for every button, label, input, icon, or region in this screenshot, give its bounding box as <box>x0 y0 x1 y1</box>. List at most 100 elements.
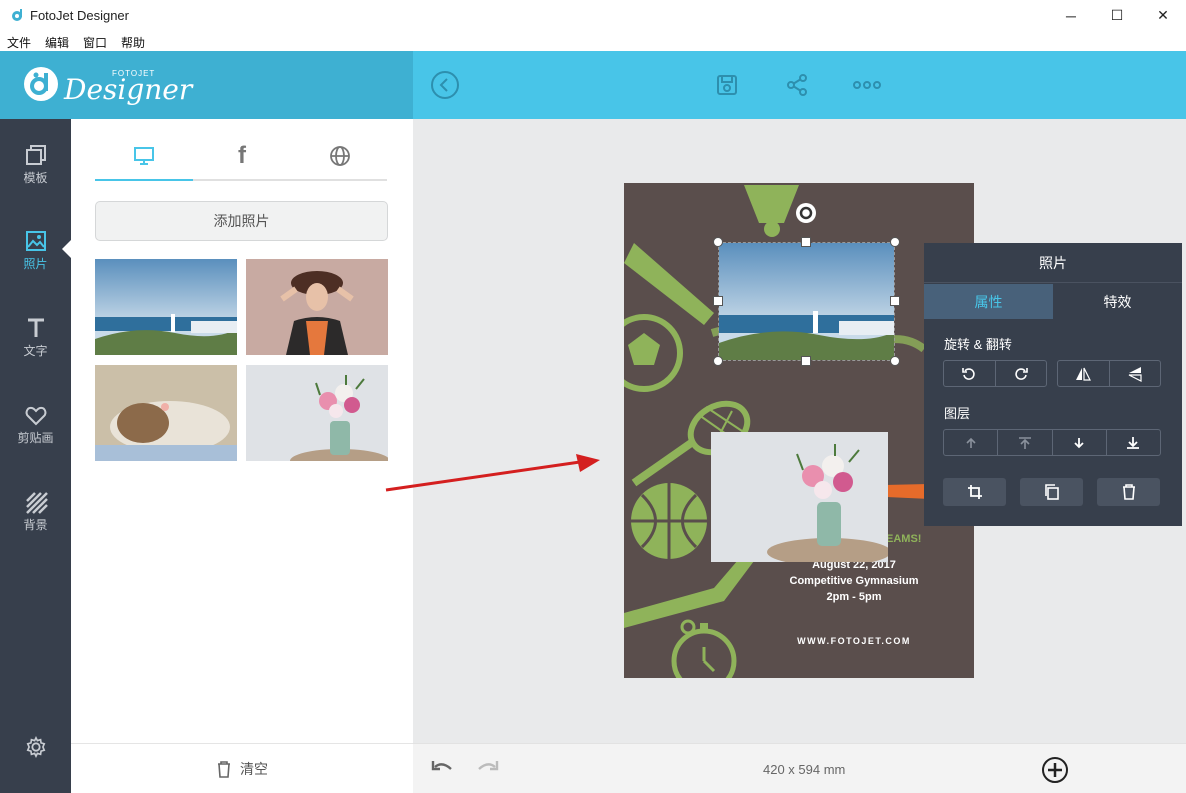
menu-window[interactable]: 窗口 <box>76 31 114 51</box>
tab-facebook[interactable]: f <box>193 133 291 179</box>
globe-icon <box>330 146 350 166</box>
gear-icon[interactable] <box>25 735 47 763</box>
title-bar: FotoJet Designer ─ ☐ ✕ <box>0 0 1186 31</box>
resize-handle-bottom[interactable] <box>801 356 811 366</box>
sidebar-item-background[interactable]: 背景 <box>0 490 71 550</box>
duplicate-icon <box>1044 484 1059 500</box>
photo-icon <box>25 231 46 251</box>
poster-canvas[interactable]: EAMS! August 22, 2017 Competitive Gymnas… <box>624 183 974 678</box>
photos-panel: f 添加照片 清空 <box>71 119 413 793</box>
menu-bar: 文件 编辑 窗口 帮助 <box>0 31 1186 51</box>
resize-handle-top[interactable] <box>801 237 811 247</box>
tab-web[interactable] <box>291 133 389 179</box>
menu-file[interactable]: 文件 <box>0 31 38 51</box>
duplicate-button[interactable] <box>1020 478 1083 506</box>
poster-headline: EAMS! <box>886 533 922 545</box>
resize-handle-top-right[interactable] <box>890 237 900 247</box>
clear-button[interactable]: 清空 <box>71 743 413 793</box>
brand-header: FOTOJET Designer <box>0 51 413 119</box>
photo-thumb-flowers[interactable] <box>246 365 388 461</box>
photo-properties-panel: 照片 属性 特效 旋转 & 翻转 图层 <box>924 243 1182 526</box>
layer-label: 图层 <box>944 406 971 421</box>
add-photo-button[interactable]: 添加照片 <box>95 201 388 241</box>
rotate-right-icon <box>1015 367 1028 380</box>
rotate-button-group <box>943 360 1047 387</box>
flip-horizontal-button[interactable] <box>1058 361 1110 386</box>
sidebar: 模板 照片 文字 剪贴画 背景 <box>0 119 72 793</box>
more-icon[interactable] <box>851 69 883 101</box>
resize-handle-left[interactable] <box>713 296 723 306</box>
resize-handle-bottom-right[interactable] <box>890 356 900 366</box>
canvas-size-label: 420 x 594 mm <box>763 762 846 777</box>
window-title: FotoJet Designer <box>30 8 129 23</box>
sidebar-item-photos[interactable]: 照片 <box>0 229 71 289</box>
selected-photo-lighthouse[interactable] <box>718 242 895 361</box>
properties-title: 照片 <box>924 243 1182 283</box>
sidebar-item-templates[interactable]: 模板 <box>0 143 71 203</box>
delete-button[interactable] <box>1097 478 1160 506</box>
arrow-down-icon <box>1074 437 1084 448</box>
text-icon <box>27 318 44 337</box>
redo-icon[interactable] <box>477 759 499 782</box>
clipart-icon <box>25 406 46 426</box>
bring-to-front-icon <box>1018 436 1031 449</box>
send-backward-button[interactable] <box>1053 430 1107 455</box>
sidebar-item-label: 照片 <box>23 257 48 271</box>
bring-forward-button[interactable] <box>944 430 999 455</box>
undo-icon[interactable] <box>431 759 453 782</box>
crop-button[interactable] <box>943 478 1006 506</box>
resize-handle-bottom-left[interactable] <box>713 356 723 366</box>
rotate-flip-label: 旋转 & 翻转 <box>944 337 1012 352</box>
photo-thumb-woman-hat[interactable] <box>246 259 388 355</box>
photo-thumb-lighthouse[interactable] <box>95 259 237 355</box>
send-to-back-icon <box>1127 436 1140 449</box>
resize-handle-right[interactable] <box>890 296 900 306</box>
background-icon <box>25 492 48 514</box>
send-to-back-button[interactable] <box>1107 430 1160 455</box>
tab-properties[interactable]: 属性 <box>924 284 1053 319</box>
flip-button-group <box>1057 360 1161 387</box>
poster-venue: Competitive Gymnasium <box>789 575 919 587</box>
flip-vertical-icon <box>1128 366 1142 382</box>
trash-icon <box>1122 484 1135 500</box>
crop-icon <box>967 485 982 499</box>
poster-website: WWW.FOTOJET.COM <box>797 636 911 646</box>
poster-time: 2pm - 5pm <box>826 591 882 603</box>
trash-icon <box>218 760 230 778</box>
annotation-arrow <box>385 454 600 492</box>
computer-icon <box>134 147 154 165</box>
menu-edit[interactable]: 编辑 <box>38 31 76 51</box>
rotate-right-button[interactable] <box>996 361 1047 386</box>
share-icon[interactable] <box>781 69 813 101</box>
arrow-up-icon <box>966 437 976 448</box>
maximize-button[interactable]: ☐ <box>1094 0 1140 31</box>
back-icon[interactable] <box>429 69 461 101</box>
toolbar <box>413 51 1186 119</box>
minimize-button[interactable]: ─ <box>1048 0 1094 31</box>
photo-thumb-cat[interactable] <box>95 365 237 461</box>
bring-to-front-button[interactable] <box>998 430 1053 455</box>
app-icon <box>12 9 22 21</box>
resize-handle-top-left[interactable] <box>713 237 723 247</box>
canvas-photo-flowers[interactable] <box>711 432 888 562</box>
sidebar-item-label: 文字 <box>23 344 48 358</box>
sidebar-item-text[interactable]: 文字 <box>0 316 71 376</box>
facebook-icon: f <box>238 142 246 169</box>
flip-vertical-button[interactable] <box>1110 361 1161 386</box>
close-button[interactable]: ✕ <box>1140 0 1186 31</box>
tab-computer[interactable] <box>95 133 193 181</box>
template-icon <box>25 145 46 165</box>
layer-button-group <box>943 429 1161 456</box>
menu-help[interactable]: 帮助 <box>114 31 152 51</box>
tab-effects[interactable]: 特效 <box>1053 284 1182 319</box>
flip-horizontal-icon <box>1076 367 1092 381</box>
logo-text: Designer <box>64 73 193 106</box>
rotate-left-button[interactable] <box>944 361 996 386</box>
sidebar-item-label: 模板 <box>23 171 48 185</box>
source-tabs: f <box>95 133 387 181</box>
sidebar-item-label: 剪贴画 <box>17 431 54 445</box>
zoom-in-icon[interactable] <box>1041 756 1069 789</box>
save-icon[interactable] <box>711 69 743 101</box>
sidebar-item-clipart[interactable]: 剪贴画 <box>0 403 71 463</box>
rotate-left-icon <box>962 367 975 380</box>
